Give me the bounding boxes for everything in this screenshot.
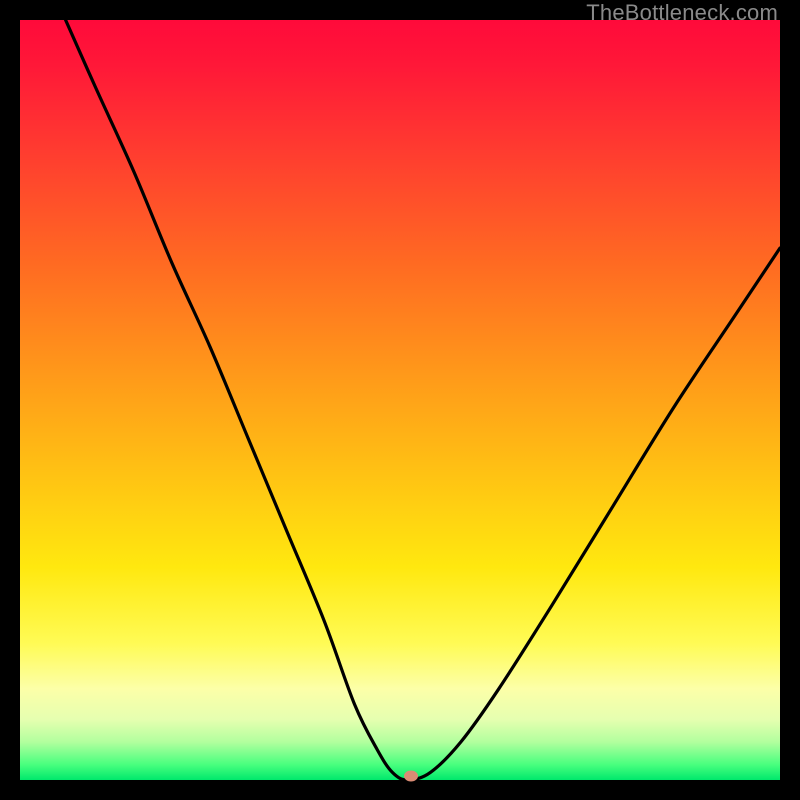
plot-area [20,20,780,780]
optimal-point-marker [404,771,418,782]
chart-frame: TheBottleneck.com [0,0,800,800]
bottleneck-curve [66,20,780,780]
curve-svg [20,20,780,780]
